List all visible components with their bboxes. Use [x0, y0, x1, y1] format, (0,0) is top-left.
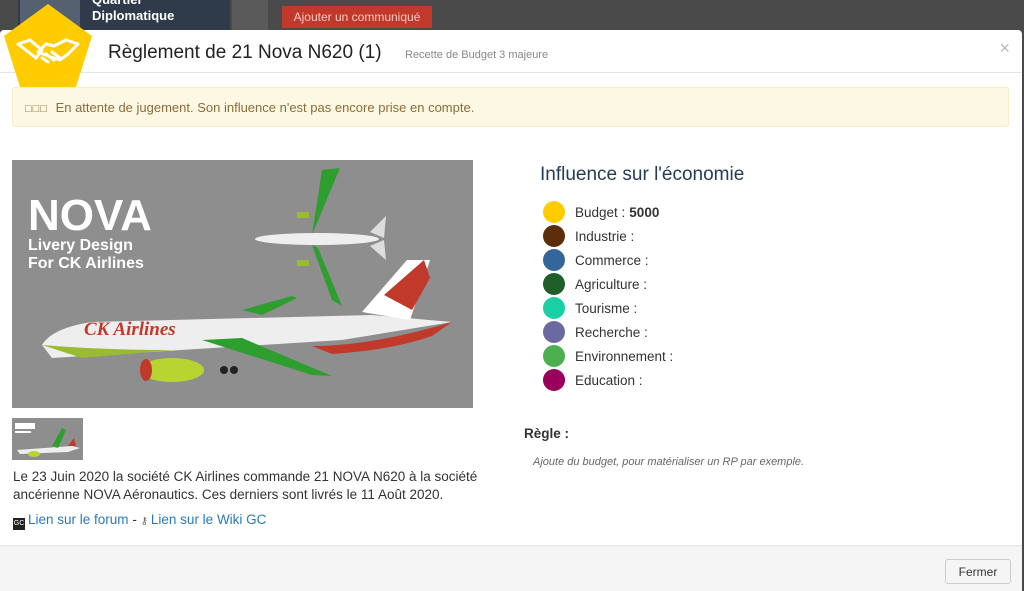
livery-line2: For CK Airlines	[28, 255, 144, 272]
influence-color-dot	[543, 369, 565, 391]
influence-label: Tourisme :	[575, 300, 638, 316]
close-icon[interactable]: ×	[999, 38, 1010, 59]
influence-color-dot	[543, 321, 565, 343]
handshake-icon	[4, 4, 92, 90]
order-description: Le 23 Juin 2020 la société CK Airlines c…	[13, 469, 478, 502]
influence-row: Education :	[543, 368, 673, 392]
influence-color-dot	[543, 297, 565, 319]
pending-judgement-alert: □□□ En attente de jugement. Son influenc…	[12, 87, 1009, 127]
influence-row: Recherche :	[543, 320, 673, 344]
influence-color-dot	[543, 345, 565, 367]
influence-label: Agriculture :	[575, 276, 648, 292]
influence-color-dot	[543, 225, 565, 247]
wiki-key-icon: ⚷	[140, 516, 148, 527]
modal-footer: Fermer	[0, 545, 1022, 591]
rule-label: Règle :	[524, 426, 570, 441]
influence-row: Agriculture :	[543, 272, 673, 296]
influence-label: Industrie :	[575, 228, 635, 244]
links-row: GC Lien sur le forum - ⚷ Lien sur le Wiki …	[13, 512, 266, 530]
airplane-illustration: NOVA Livery Design For CK Airlines CK Ai…	[12, 160, 473, 408]
influence-row: Budget :5000	[543, 200, 673, 224]
livery-thumbnail[interactable]	[12, 418, 83, 460]
influence-row: Environnement :	[543, 344, 673, 368]
links-separator: -	[132, 512, 137, 527]
influence-color-dot	[543, 249, 565, 271]
influence-row: Industrie :	[543, 224, 673, 248]
influence-color-dot	[543, 201, 565, 223]
influence-list: Budget :5000 Industrie : Commerce : Agricul…	[543, 200, 673, 392]
close-button[interactable]: Fermer	[945, 559, 1011, 584]
alert-text: En attente de jugement. Son influence n'…	[55, 100, 475, 115]
livery-line1: Livery Design	[28, 237, 133, 254]
background-card-title: Quartier Diplomatique	[92, 0, 175, 23]
forum-icon: GC	[13, 518, 25, 530]
influence-label: Education :	[575, 372, 643, 388]
influence-label: Commerce :	[575, 252, 649, 268]
livery-image[interactable]: NOVA Livery Design For CK Airlines CK Ai…	[12, 160, 473, 408]
modal-title: Règlement de 21 Nova N620 (1)	[108, 42, 382, 63]
influence-value: 5000	[629, 204, 660, 220]
influence-label: Environnement :	[575, 348, 674, 364]
influence-label: Budget :	[575, 204, 626, 220]
forum-link[interactable]: Lien sur le forum	[28, 512, 129, 527]
influence-row: Commerce :	[543, 248, 673, 272]
background-divider	[232, 0, 268, 30]
add-communique-button[interactable]: Ajouter un communiqué	[282, 6, 432, 28]
modal-subtitle: Recette de Budget 3 majeure	[405, 49, 549, 61]
influence-title: Influence sur l'économie	[540, 164, 745, 185]
influence-label: Recherche :	[575, 324, 648, 340]
wiki-link[interactable]: Lien sur le Wiki GC	[151, 512, 267, 527]
nova-logo-text: NOVA	[28, 191, 152, 240]
rule-text: Ajoute du budget, pour matérialiser un R…	[533, 456, 805, 468]
modal-header: Règlement de 21 Nova N620 (1) Recette de…	[0, 4, 1022, 90]
alert-glyphs: □□□	[25, 103, 48, 115]
modal-dialog: Règlement de 21 Nova N620 (1) Recette de…	[0, 4, 1022, 591]
influence-color-dot	[543, 273, 565, 295]
influence-row: Tourisme :	[543, 296, 673, 320]
fuselage-livery-text: CK Airlines	[84, 319, 176, 340]
